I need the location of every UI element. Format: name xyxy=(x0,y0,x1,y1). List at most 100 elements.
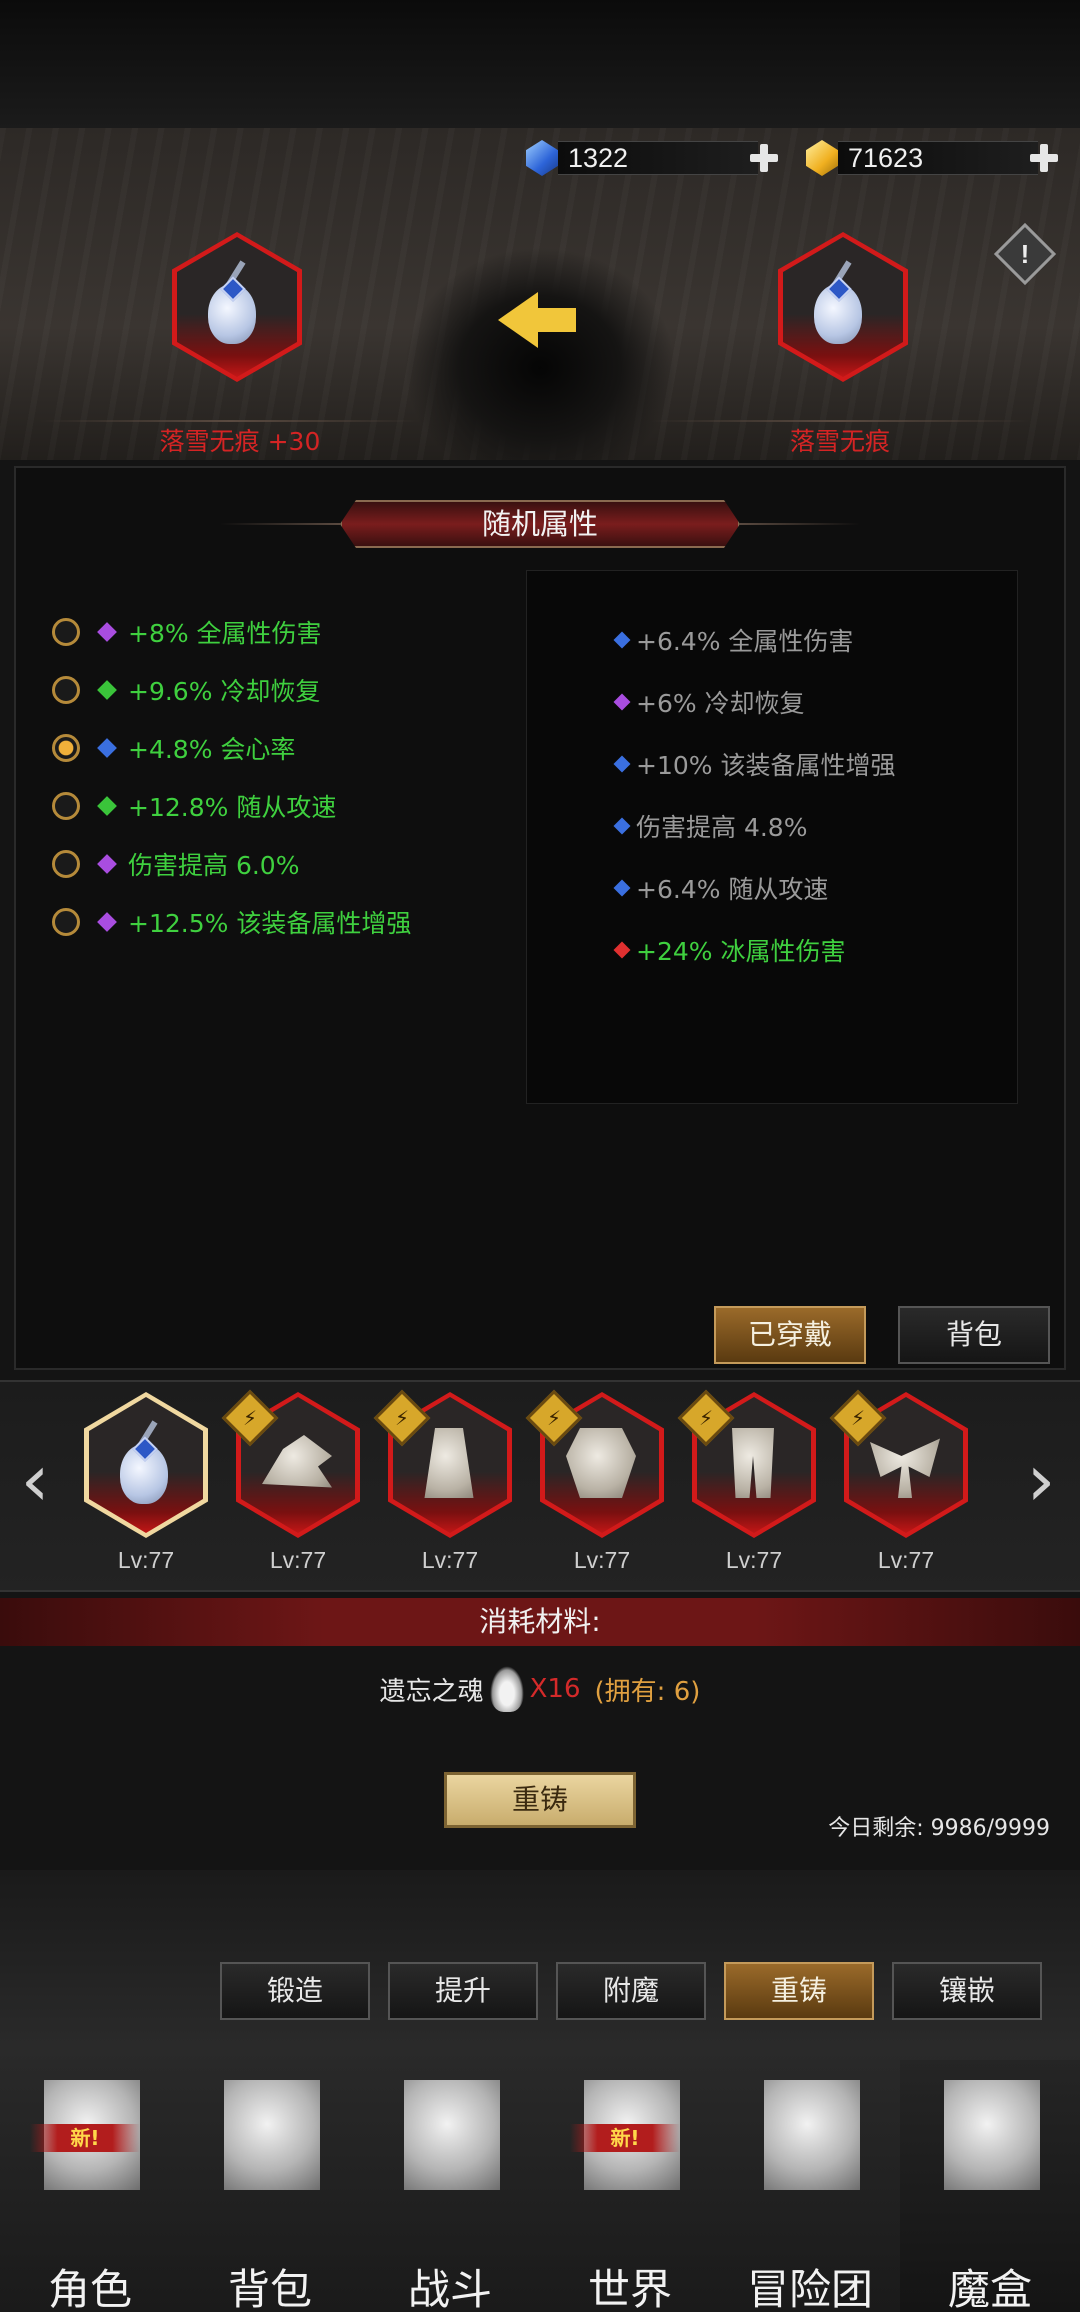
prev-arrow-icon[interactable]: ‹ xyxy=(10,1440,60,1520)
new-attribute-row: +6.4% 随从攻速 xyxy=(613,870,828,906)
tab-3[interactable]: 附魔 xyxy=(556,1962,706,2020)
cube-icon xyxy=(944,2080,1040,2190)
attribute-text: +6% 冷却恢复 xyxy=(636,689,805,718)
materials-header: 消耗材料: xyxy=(0,1598,1080,1646)
material-row: 遗忘之魂 X16 (拥有: 6) xyxy=(0,1664,1080,1714)
nav-label: 角色 xyxy=(47,2265,132,2312)
item-level: Lv:77 xyxy=(421,1547,479,1573)
nav-label: 世界 xyxy=(587,2265,672,2312)
attribute-row[interactable]: +12.8% 随从攻速 xyxy=(52,786,336,826)
material-amount: X16 xyxy=(529,1674,581,1704)
tab-4[interactable]: 重铸 xyxy=(724,1962,874,2020)
item-level: Lv:77 xyxy=(573,1547,631,1573)
nav-label: 背包 xyxy=(227,2265,312,2312)
next-arrow-icon[interactable]: › xyxy=(1016,1440,1066,1520)
item-level: Lv:77 xyxy=(269,1547,327,1573)
gem-icon xyxy=(90,731,124,765)
lock-radio[interactable] xyxy=(52,618,80,646)
add-gold-button[interactable] xyxy=(1024,138,1064,178)
section-header: 随机属性 xyxy=(220,500,860,548)
lock-radio[interactable] xyxy=(52,850,80,878)
attribute-row[interactable]: +4.8% 会心率 xyxy=(52,728,295,768)
lock-radio[interactable] xyxy=(52,676,80,704)
gem-amount: 1322 xyxy=(558,141,758,175)
backpack-tab[interactable]: 背包 xyxy=(898,1306,1050,1364)
equipment-slot[interactable]: ⚡ Lv:77 xyxy=(829,1389,976,1582)
gem-icon xyxy=(613,879,631,897)
attribute-row[interactable]: +9.6% 冷却恢复 xyxy=(52,670,320,710)
new-attribute-row: 伤害提高 4.8% xyxy=(613,808,808,844)
add-gems-button[interactable] xyxy=(744,138,784,178)
soul-icon xyxy=(489,1666,524,1712)
nav-item[interactable]: 冒险团 xyxy=(720,2060,900,2312)
gem-icon xyxy=(613,693,631,711)
gem-icon xyxy=(613,755,631,773)
new-badge: 新! xyxy=(570,2124,680,2152)
attribute-text: +4.8% 会心率 xyxy=(128,735,296,764)
reforge-button[interactable]: 重铸 xyxy=(444,1772,636,1828)
exclamation-icon: ! xyxy=(1020,239,1030,269)
gem-currency: 1322 xyxy=(520,137,784,179)
current-item-slot[interactable] xyxy=(172,232,302,382)
attribute-text: +6.4% 全属性伤害 xyxy=(636,627,854,656)
scepter-icon xyxy=(808,260,870,346)
attribute-text: 伤害提高 4.8% xyxy=(636,813,808,842)
equipment-slot[interactable]: ⚡ Lv:77 xyxy=(221,1389,368,1582)
new-attribute-row: +6.4% 全属性伤害 xyxy=(613,622,854,658)
backpack-icon xyxy=(224,2080,320,2190)
new-attribute-row: +24% 冰属性伤害 xyxy=(613,932,845,968)
gem-icon xyxy=(90,905,124,939)
tab-1[interactable]: 锻造 xyxy=(220,1962,370,2020)
arrow-left-icon xyxy=(498,292,578,348)
equipment-slot[interactable]: Lv:77 xyxy=(76,1392,216,1582)
lock-radio[interactable] xyxy=(52,734,80,762)
remaining-count: 今日剩余: 9986/9999 xyxy=(828,1816,1050,1841)
equipped-tab[interactable]: 已穿戴 xyxy=(714,1306,866,1364)
attribute-text: +10% 该装备属性增强 xyxy=(636,751,896,780)
gem-icon xyxy=(613,941,631,959)
castle-icon xyxy=(764,2080,860,2190)
nav-item[interactable]: 新! 角色 xyxy=(0,2060,180,2312)
gem-icon xyxy=(90,615,124,649)
nav-label: 战斗 xyxy=(407,2265,492,2312)
item-level: Lv:77 xyxy=(117,1547,175,1573)
lock-radio[interactable] xyxy=(52,908,80,936)
scepter-icon xyxy=(202,260,264,346)
gem-icon xyxy=(90,673,124,707)
new-badge: 新! xyxy=(30,2124,140,2152)
new-attribute-row: +6% 冷却恢复 xyxy=(613,684,805,720)
gem-icon xyxy=(613,631,631,649)
attribute-row[interactable]: +8% 全属性伤害 xyxy=(52,612,322,652)
material-owned: (拥有: 6) xyxy=(594,1676,701,1707)
equipment-slot[interactable]: ⚡ Lv:77 xyxy=(677,1389,824,1582)
nav-item[interactable]: 背包 xyxy=(180,2060,360,2312)
reforged-item-slot[interactable] xyxy=(778,232,908,382)
top-bar xyxy=(0,0,1080,128)
attribute-row[interactable]: 伤害提高 6.0% xyxy=(52,844,299,884)
nav-label: 魔盒 xyxy=(947,2265,1032,2312)
attribute-text: +12.8% 随从攻速 xyxy=(128,793,337,822)
nav-item[interactable]: 战斗 xyxy=(360,2060,540,2312)
gem-icon xyxy=(520,136,564,180)
tab-5[interactable]: 镶嵌 xyxy=(892,1962,1042,2020)
gem-icon xyxy=(90,847,124,881)
attribute-row[interactable]: +12.5% 该装备属性增强 xyxy=(52,902,411,942)
gem-icon xyxy=(613,817,631,835)
equipment-slot[interactable]: ⚡ Lv:77 xyxy=(525,1389,672,1582)
gem-icon xyxy=(90,789,124,823)
attribute-text: +8% 全属性伤害 xyxy=(128,619,322,648)
gold-currency: 71623 xyxy=(800,137,1064,179)
equipment-slot[interactable]: ⚡ Lv:77 xyxy=(373,1389,520,1582)
nav-item[interactable]: 新! 世界 xyxy=(540,2060,720,2312)
attribute-text: 伤害提高 6.0% xyxy=(128,851,300,880)
nav-item[interactable]: 魔盒 xyxy=(900,2060,1080,2312)
gold-icon xyxy=(800,136,844,180)
shield-sword-icon xyxy=(404,2080,500,2190)
attribute-text: +12.5% 该装备属性增强 xyxy=(128,909,412,938)
lock-radio[interactable] xyxy=(52,792,80,820)
tab-2[interactable]: 提升 xyxy=(388,1962,538,2020)
new-attribute-row: +10% 该装备属性增强 xyxy=(613,746,896,782)
scepter-icon xyxy=(114,1420,176,1506)
material-name: 遗忘之魂 xyxy=(379,1676,484,1707)
gold-amount: 71623 xyxy=(838,141,1038,175)
